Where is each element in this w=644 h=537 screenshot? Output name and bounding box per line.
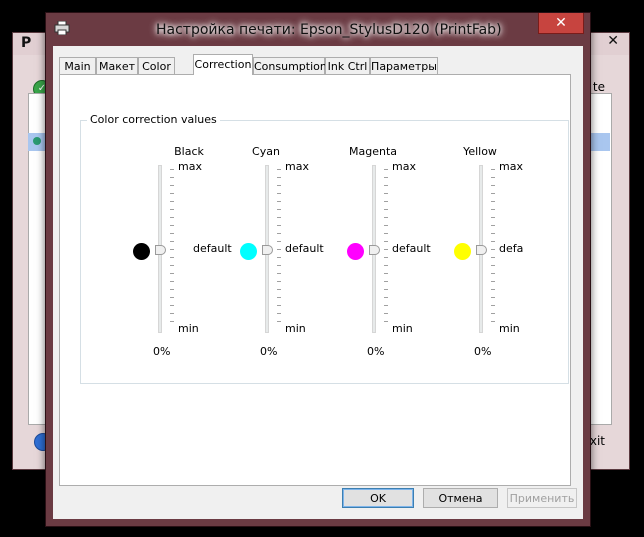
cyan-slider-thumb[interactable] bbox=[262, 245, 273, 255]
cyan-slider-ticks bbox=[277, 169, 281, 329]
max-label: max bbox=[178, 160, 202, 173]
status-dot-icon bbox=[33, 137, 41, 145]
background-close-icon[interactable]: ✕ bbox=[607, 33, 619, 49]
default-label: default bbox=[392, 242, 431, 255]
group-label: Color correction values bbox=[87, 113, 220, 126]
color-swatch-magenta bbox=[347, 243, 364, 260]
tab-main[interactable]: Main bbox=[59, 57, 96, 74]
color-swatch-cyan bbox=[240, 243, 257, 260]
background-app-logo: P bbox=[21, 35, 32, 51]
ok-button[interactable]: OK bbox=[342, 488, 414, 508]
channel-black: Black max default min 0% bbox=[129, 145, 239, 365]
magenta-value: 0% bbox=[367, 345, 385, 358]
color-swatch-yellow bbox=[454, 243, 471, 260]
yellow-value: 0% bbox=[474, 345, 492, 358]
tab-maket[interactable]: Макет bbox=[96, 57, 138, 74]
default-label: default bbox=[193, 242, 232, 255]
max-label: max bbox=[285, 160, 309, 173]
channel-yellow: Yellow max defa min 0% bbox=[450, 145, 560, 365]
default-label: defa bbox=[499, 242, 524, 255]
background-exit-label[interactable]: xit bbox=[590, 434, 605, 448]
channel-cyan: Cyan max default min 0% bbox=[236, 145, 346, 365]
background-right-label: te bbox=[592, 80, 605, 94]
cancel-button[interactable]: Отмена bbox=[423, 488, 498, 508]
black-slider-thumb[interactable] bbox=[155, 245, 166, 255]
yellow-slider-ticks bbox=[491, 169, 495, 329]
tab-consumption[interactable]: Consumption bbox=[253, 57, 327, 74]
channel-name: Black bbox=[174, 145, 204, 158]
close-button[interactable]: ✕ bbox=[538, 13, 584, 34]
dialog-titlebar[interactable]: Настройка печати: Epson_StylusD120 (Prin… bbox=[46, 13, 590, 46]
color-swatch-black bbox=[133, 243, 150, 260]
channel-magenta: Magenta max default min 0% bbox=[343, 145, 453, 365]
tab-parameters[interactable]: Параметры bbox=[370, 57, 438, 74]
channel-name: Cyan bbox=[252, 145, 280, 158]
default-label: default bbox=[285, 242, 324, 255]
tab-correction[interactable]: Correction bbox=[193, 54, 253, 75]
apply-button[interactable]: Применить bbox=[507, 488, 577, 508]
magenta-slider-ticks bbox=[384, 169, 388, 329]
max-label: max bbox=[499, 160, 523, 173]
min-label: min bbox=[178, 322, 199, 335]
dialog-title: Настройка печати: Epson_StylusD120 (Prin… bbox=[156, 22, 502, 38]
correction-panel: Color correction values Black max defaul… bbox=[59, 74, 571, 486]
dialog-client-area: Main Макет Color Correction Consumption … bbox=[53, 46, 583, 519]
print-settings-dialog: Настройка печати: Epson_StylusD120 (Prin… bbox=[45, 12, 591, 527]
tab-ink-ctrl[interactable]: Ink Ctrl bbox=[325, 57, 370, 74]
max-label: max bbox=[392, 160, 416, 173]
yellow-slider-thumb[interactable] bbox=[476, 245, 487, 255]
channel-name: Yellow bbox=[463, 145, 497, 158]
min-label: min bbox=[392, 322, 413, 335]
color-correction-group: Color correction values Black max defaul… bbox=[80, 113, 569, 384]
channel-name: Magenta bbox=[348, 145, 397, 158]
black-slider-ticks bbox=[170, 169, 174, 329]
cyan-value: 0% bbox=[260, 345, 278, 358]
min-label: min bbox=[285, 322, 306, 335]
printer-icon bbox=[54, 21, 70, 35]
min-label: min bbox=[499, 322, 520, 335]
tab-color[interactable]: Color bbox=[138, 57, 175, 74]
magenta-slider-thumb[interactable] bbox=[369, 245, 380, 255]
black-value: 0% bbox=[153, 345, 171, 358]
